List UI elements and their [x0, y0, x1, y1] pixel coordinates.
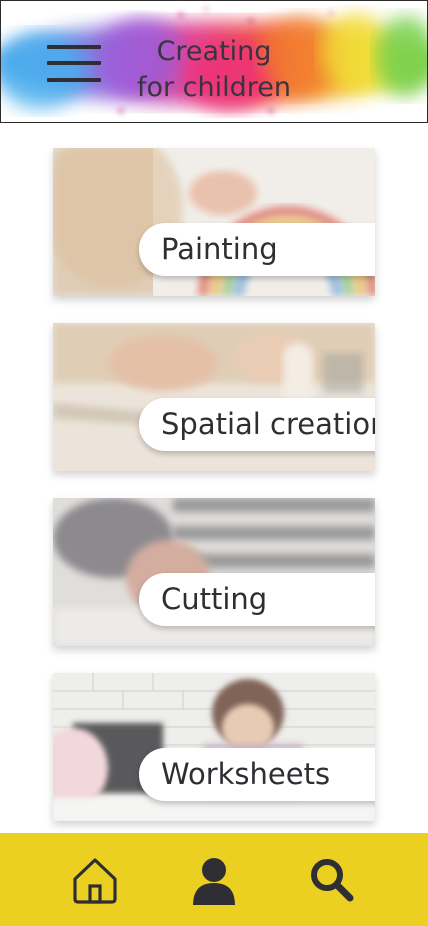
- category-label: Painting: [139, 223, 375, 276]
- title-line-1: Creating: [156, 36, 272, 67]
- category-card-cutting[interactable]: Cutting: [53, 498, 375, 646]
- app-header: Creating for children: [0, 0, 428, 123]
- title-line-2: for children: [136, 72, 292, 103]
- search-icon[interactable]: [307, 855, 357, 905]
- category-label: Cutting: [139, 573, 375, 626]
- category-label: Worksheets: [139, 748, 375, 801]
- bottom-navigation: [0, 833, 428, 926]
- category-card-spatial-creation[interactable]: Spatial creation: [53, 323, 375, 471]
- hamburger-menu-icon[interactable]: [47, 45, 101, 85]
- home-icon[interactable]: [70, 855, 120, 905]
- profile-icon[interactable]: [189, 855, 239, 905]
- category-label: Spatial creation: [139, 398, 375, 451]
- page-title: Creating for children: [119, 34, 309, 106]
- category-card-painting[interactable]: Painting: [53, 148, 375, 296]
- category-card-worksheets[interactable]: Worksheets: [53, 673, 375, 821]
